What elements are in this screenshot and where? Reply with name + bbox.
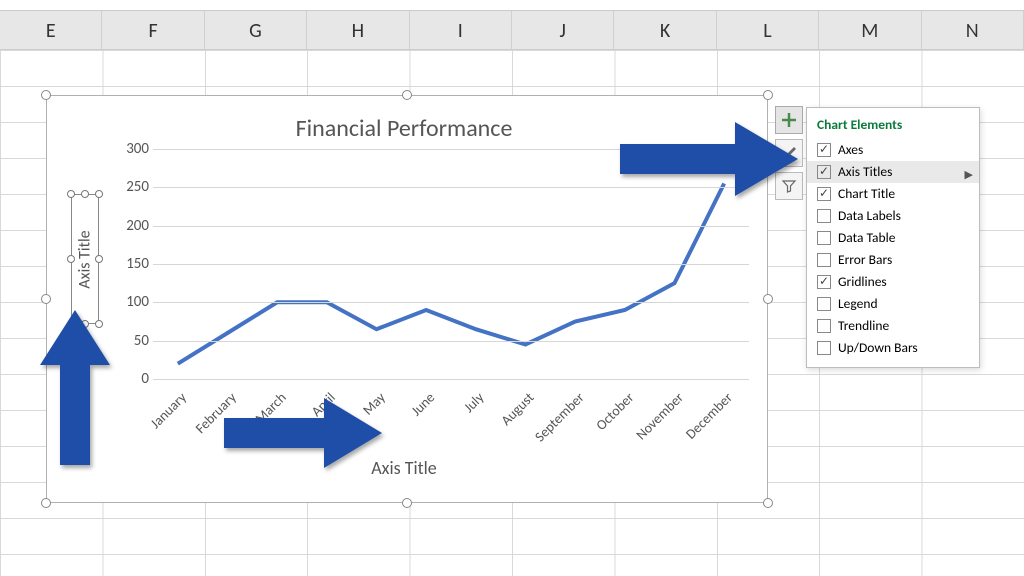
column-headers: EFGHIJKLMN <box>0 10 1024 50</box>
x-tick-label: November <box>632 389 686 443</box>
checkbox[interactable]: ✓ <box>817 187 831 201</box>
x-tick-label: January <box>147 389 190 432</box>
x-axis-title[interactable]: Axis Title <box>59 457 749 479</box>
chart-element-option[interactable]: Error Bars <box>807 249 979 271</box>
gridline <box>153 302 749 303</box>
resize-handle[interactable] <box>81 190 89 198</box>
chart-element-option[interactable]: Trendline <box>807 315 979 337</box>
column-header[interactable]: F <box>102 11 204 49</box>
column-header[interactable]: L <box>717 11 819 49</box>
option-label: Axis Titles <box>838 162 892 182</box>
option-label: Gridlines <box>838 272 887 292</box>
column-header[interactable]: M <box>819 11 921 49</box>
y-tick-label: 300 <box>115 140 149 158</box>
checkbox[interactable] <box>817 209 831 223</box>
option-label: Data Labels <box>838 206 901 226</box>
column-header[interactable]: N <box>922 11 1024 49</box>
submenu-caret-icon: ▶ <box>965 165 973 185</box>
resize-handle[interactable] <box>95 190 103 198</box>
resize-handle[interactable] <box>95 255 103 263</box>
checkbox[interactable]: ✓ <box>817 165 831 179</box>
x-tick-label: December <box>683 389 737 443</box>
chart-element-option[interactable]: ✓ Gridlines <box>807 271 979 293</box>
column-header[interactable]: G <box>205 11 307 49</box>
resize-handle[interactable] <box>41 90 51 100</box>
option-label: Trendline <box>838 316 889 336</box>
resize-handle[interactable] <box>402 498 412 508</box>
resize-handle[interactable] <box>67 190 75 198</box>
checkbox[interactable] <box>817 297 831 311</box>
y-tick-label: 0 <box>115 370 149 388</box>
checkbox[interactable]: ✓ <box>817 143 831 157</box>
resize-handle[interactable] <box>67 255 75 263</box>
x-tick-label: July <box>461 389 488 416</box>
checkbox[interactable]: ✓ <box>817 275 831 289</box>
chart-element-option[interactable]: ✓ Axis Titles ▶ <box>807 161 979 183</box>
flyout-title: Chart Elements <box>807 114 979 139</box>
x-tick-label: October <box>592 389 637 434</box>
option-label: Error Bars <box>838 250 892 270</box>
gridline <box>153 341 749 342</box>
gridline <box>153 226 749 227</box>
chart-element-option[interactable]: Legend <box>807 293 979 315</box>
x-tick-label: August <box>498 389 538 429</box>
chart-element-option[interactable]: Data Labels <box>807 205 979 227</box>
option-label: Legend <box>838 294 878 314</box>
chart-element-option[interactable]: Up/Down Bars <box>807 337 979 359</box>
option-label: Axes <box>838 140 863 160</box>
gridline <box>153 379 749 380</box>
column-header[interactable]: I <box>410 11 512 49</box>
option-label: Up/Down Bars <box>838 338 918 358</box>
resize-handle[interactable] <box>763 498 773 508</box>
chart-element-option[interactable]: ✓ Axes <box>807 139 979 161</box>
resize-handle[interactable] <box>402 90 412 100</box>
column-header[interactable]: K <box>614 11 716 49</box>
y-tick-label: 50 <box>115 332 149 350</box>
checkbox[interactable] <box>817 231 831 245</box>
resize-handle[interactable] <box>763 90 773 100</box>
arrow-annotation <box>224 398 384 468</box>
resize-handle[interactable] <box>41 498 51 508</box>
column-header[interactable]: J <box>512 11 614 49</box>
y-tick-label: 150 <box>115 255 149 273</box>
y-tick-label: 200 <box>115 217 149 235</box>
column-header[interactable]: E <box>0 11 102 49</box>
y-axis-title-box[interactable]: Axis Title <box>71 194 99 324</box>
resize-handle[interactable] <box>41 294 51 304</box>
checkbox[interactable] <box>817 253 831 267</box>
option-label: Chart Title <box>838 184 895 204</box>
chart-element-option[interactable]: Data Table <box>807 227 979 249</box>
x-tick-label: September <box>531 389 587 445</box>
arrow-annotation <box>40 310 110 470</box>
checkbox[interactable] <box>817 341 831 355</box>
resize-handle[interactable] <box>763 294 773 304</box>
x-tick-label: June <box>408 389 439 420</box>
y-tick-label: 250 <box>115 178 149 196</box>
y-tick-label: 100 <box>115 293 149 311</box>
chart-elements-flyout: Chart Elements ✓ Axes ✓ Axis Titles ▶ ✓ Chart … <box>806 107 980 368</box>
option-label: Data Table <box>838 228 895 248</box>
arrow-annotation <box>620 122 800 196</box>
chart-element-option[interactable]: ✓ Chart Title <box>807 183 979 205</box>
gridline <box>153 264 749 265</box>
checkbox[interactable] <box>817 319 831 333</box>
y-axis-title[interactable]: Axis Title <box>76 230 95 288</box>
column-header[interactable]: H <box>307 11 409 49</box>
